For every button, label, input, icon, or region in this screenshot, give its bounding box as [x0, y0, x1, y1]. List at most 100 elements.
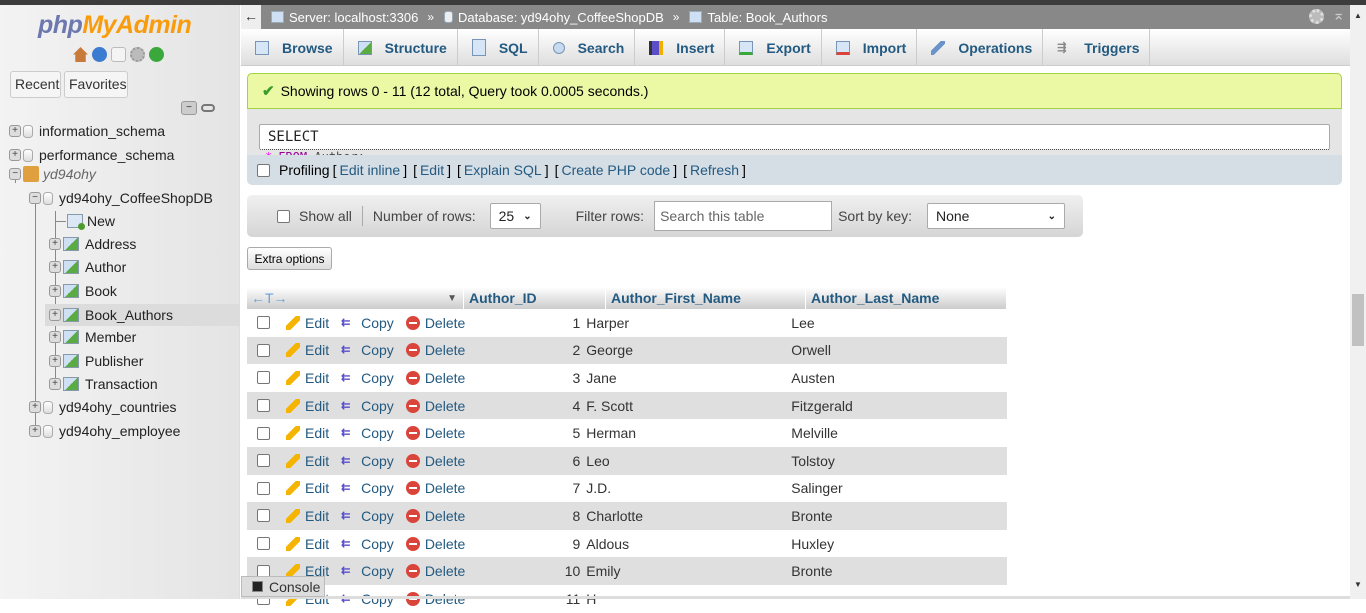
- tab-export[interactable]: Export: [725, 29, 822, 66]
- expand-icon[interactable]: +: [49, 261, 61, 273]
- tree-item-transaction[interactable]: + Transaction: [49, 374, 158, 394]
- row-checkbox[interactable]: [257, 426, 270, 440]
- tree-item-information-schema[interactable]: + information_schema: [9, 121, 165, 141]
- expand-icon[interactable]: +: [49, 378, 61, 390]
- edit-row-button[interactable]: Edit: [286, 536, 329, 552]
- scrollbar-thumb[interactable]: [1352, 294, 1364, 346]
- filter-rows-input[interactable]: Search this table: [654, 201, 833, 231]
- cell-last-name[interactable]: Lee: [786, 315, 987, 331]
- edit-row-button[interactable]: Edit: [286, 370, 329, 386]
- cell-first-name[interactable]: Aldous: [586, 536, 786, 552]
- collapse-top-icon[interactable]: ⌅: [1332, 8, 1345, 24]
- cell-last-name[interactable]: Austen: [786, 370, 987, 386]
- reload-icon[interactable]: [149, 47, 164, 62]
- row-checkbox[interactable]: [257, 481, 270, 495]
- edit-inline-link[interactable]: Edit inline: [339, 162, 400, 178]
- delete-row-button[interactable]: Delete: [405, 480, 465, 496]
- edit-row-button[interactable]: Edit: [286, 425, 329, 441]
- gear-icon[interactable]: [1309, 9, 1324, 24]
- vertical-scrollbar[interactable]: ▲ ▼: [1350, 5, 1366, 599]
- home-icon[interactable]: [73, 47, 88, 62]
- cell-author-id[interactable]: 5: [477, 425, 586, 441]
- tab-operations[interactable]: Operations: [917, 29, 1044, 66]
- expand-icon[interactable]: +: [9, 125, 21, 137]
- cell-first-name[interactable]: George: [586, 342, 786, 358]
- link-with-main-icon[interactable]: [201, 104, 215, 112]
- phpmyadmin-logo[interactable]: phpMyAdmin: [38, 11, 192, 40]
- edit-row-button[interactable]: Edit: [286, 508, 329, 524]
- tab-browse[interactable]: Browse: [241, 29, 344, 66]
- expand-icon[interactable]: +: [49, 355, 61, 367]
- docs-icon[interactable]: [111, 47, 126, 62]
- expand-icon[interactable]: +: [29, 425, 41, 437]
- tree-item-coffeeshopdb[interactable]: − yd94ohy_CoffeeShopDB: [29, 188, 213, 208]
- tree-item-countries[interactable]: + yd94ohy_countries: [29, 397, 177, 417]
- expand-icon[interactable]: +: [49, 238, 61, 250]
- extra-options-button[interactable]: Extra options: [247, 247, 332, 270]
- cell-first-name[interactable]: Charlotte: [586, 508, 786, 524]
- refresh-link[interactable]: Refresh: [690, 162, 739, 178]
- tree-item-author[interactable]: + Author: [49, 257, 126, 277]
- cell-author-id[interactable]: 8: [477, 508, 586, 524]
- cell-last-name[interactable]: Salinger: [786, 480, 987, 496]
- favorites-button[interactable]: Favorites: [64, 71, 128, 98]
- row-checkbox[interactable]: [257, 399, 270, 413]
- cell-last-name[interactable]: Orwell: [786, 342, 987, 358]
- expand-icon[interactable]: +: [29, 401, 41, 413]
- scroll-down-arrow-icon[interactable]: ▼: [1354, 580, 1362, 589]
- tree-item-book-authors[interactable]: + Book_Authors: [45, 304, 240, 326]
- tree-item-book[interactable]: + Book: [49, 281, 117, 301]
- collapse-icon[interactable]: −: [9, 168, 21, 180]
- tree-item-employee[interactable]: + yd94ohy_employee: [29, 421, 180, 441]
- recent-button[interactable]: Recent: [10, 71, 61, 98]
- show-all-checkbox[interactable]: [277, 209, 290, 223]
- copy-row-button[interactable]: ⇇Copy: [341, 315, 394, 331]
- cell-author-id[interactable]: 6: [477, 453, 586, 469]
- cell-first-name[interactable]: Jane: [586, 370, 786, 386]
- tree-item-member[interactable]: + Member: [49, 327, 136, 347]
- row-checkbox[interactable]: [257, 454, 270, 468]
- copy-row-button[interactable]: ⇇Copy: [341, 342, 394, 358]
- cell-last-name[interactable]: Huxley: [786, 536, 987, 552]
- delete-row-button[interactable]: Delete: [405, 425, 465, 441]
- delete-row-button[interactable]: Delete: [405, 508, 465, 524]
- tab-structure[interactable]: Structure: [344, 29, 458, 66]
- column-resize-arrows-icon[interactable]: ←T→: [251, 290, 288, 306]
- profiling-checkbox[interactable]: [257, 163, 270, 177]
- breadcrumb-database[interactable]: Database: yd94ohy_CoffeeShopDB: [444, 10, 664, 25]
- row-checkbox[interactable]: [257, 343, 270, 357]
- copy-row-button[interactable]: ⇇Copy: [341, 370, 394, 386]
- cell-last-name[interactable]: Melville: [786, 425, 987, 441]
- copy-row-button[interactable]: ⇇Copy: [341, 453, 394, 469]
- tab-triggers[interactable]: ⇶ Triggers: [1043, 29, 1151, 66]
- explain-sql-link[interactable]: Explain SQL: [464, 162, 542, 178]
- settings-icon[interactable]: [130, 47, 145, 62]
- edit-row-button[interactable]: Edit: [286, 398, 329, 414]
- tab-import[interactable]: Import: [822, 29, 918, 66]
- copy-row-button[interactable]: ⇇Copy: [341, 425, 394, 441]
- delete-row-button[interactable]: Delete: [405, 453, 465, 469]
- copy-row-button[interactable]: ⇇Copy: [341, 508, 394, 524]
- tab-insert[interactable]: Insert: [635, 29, 726, 66]
- expand-icon[interactable]: +: [9, 149, 21, 161]
- column-header-author-id[interactable]: Author_ID: [464, 287, 606, 309]
- edit-row-button[interactable]: Edit: [286, 453, 329, 469]
- sort-dropdown-icon[interactable]: ▼: [447, 293, 457, 304]
- row-checkbox[interactable]: [257, 537, 270, 551]
- tree-item-new[interactable]: New: [67, 211, 115, 231]
- delete-row-button[interactable]: Delete: [405, 370, 465, 386]
- cell-author-id[interactable]: 2: [477, 342, 586, 358]
- delete-row-button[interactable]: Delete: [405, 563, 465, 579]
- cell-author-id[interactable]: 1: [477, 315, 586, 331]
- cell-first-name[interactable]: Leo: [586, 453, 786, 469]
- cell-author-id[interactable]: 4: [477, 398, 586, 414]
- collapse-all-icon[interactable]: −: [181, 101, 197, 115]
- breadcrumb-table[interactable]: Table: Book_Authors: [689, 10, 827, 25]
- tree-item-performance-schema[interactable]: + performance_schema: [9, 145, 174, 165]
- cell-first-name[interactable]: Herman: [586, 425, 786, 441]
- edit-link[interactable]: Edit: [420, 162, 444, 178]
- cell-last-name[interactable]: Fitzgerald: [786, 398, 987, 414]
- delete-row-button[interactable]: Delete: [405, 398, 465, 414]
- tab-search[interactable]: Search: [539, 29, 636, 66]
- back-arrow-icon[interactable]: ←: [241, 5, 261, 29]
